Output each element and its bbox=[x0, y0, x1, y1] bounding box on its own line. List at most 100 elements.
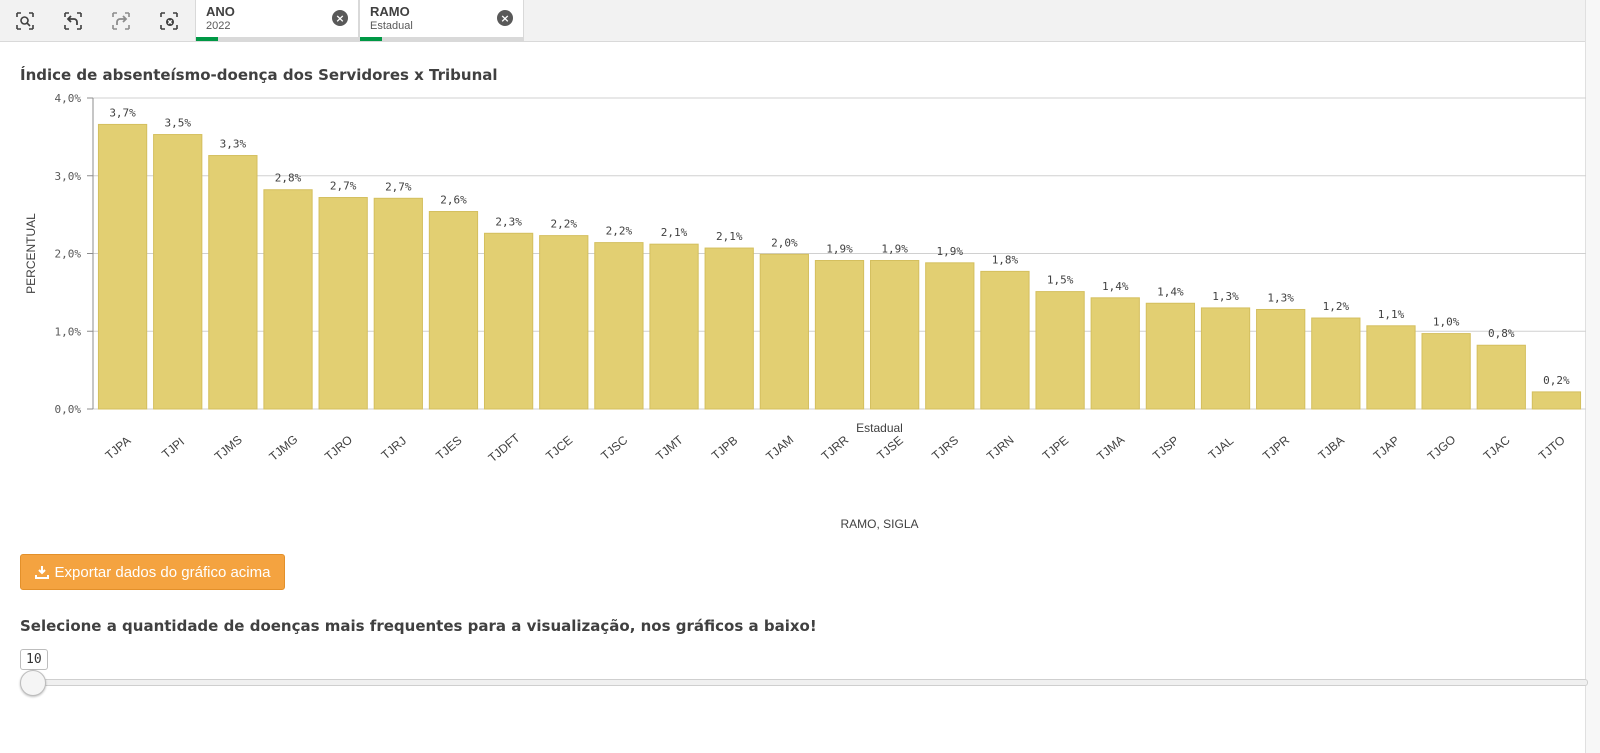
data-label: 1,4% bbox=[1102, 280, 1129, 293]
data-label: 1,3% bbox=[1212, 290, 1239, 303]
y-tick-label: 4,0% bbox=[55, 92, 82, 105]
x-tick-label: TJAL bbox=[1206, 433, 1237, 462]
data-label: 1,9% bbox=[937, 245, 964, 258]
bar bbox=[153, 134, 203, 410]
selections-toolbar: ANO 2022 × RAMO Estadual × bbox=[0, 0, 1586, 42]
x-tick-label: TJDFT bbox=[486, 430, 524, 465]
data-label: 2,3% bbox=[495, 215, 522, 228]
x-tick-label: TJRS bbox=[929, 433, 961, 463]
bar bbox=[980, 270, 1030, 410]
bar-chart: 0,0% 1,0% 2,0% 3,0% 4,0% PERCENTUAL 3,7% TJPA 3,… bbox=[24, 92, 1586, 531]
data-label: 1,1% bbox=[1378, 308, 1405, 321]
data-label: 0,8% bbox=[1488, 327, 1515, 340]
smart-search-icon[interactable] bbox=[14, 10, 36, 32]
x-tick-label: TJPA bbox=[103, 433, 134, 462]
chip-title: ANO bbox=[206, 4, 235, 19]
x-tick-label: TJMG bbox=[266, 432, 300, 464]
data-label: 1,4% bbox=[1157, 285, 1184, 298]
bar bbox=[649, 243, 699, 410]
y-axis-title: PERCENTUAL bbox=[24, 213, 38, 294]
bar bbox=[814, 259, 865, 410]
bar bbox=[318, 197, 368, 410]
data-label: 2,6% bbox=[440, 194, 467, 207]
chip-title: RAMO bbox=[370, 4, 410, 19]
data-label: 1,0% bbox=[1433, 316, 1460, 329]
step-back-icon[interactable] bbox=[62, 10, 84, 32]
clear-selections-icon[interactable] bbox=[158, 10, 180, 32]
page-scrollbar[interactable] bbox=[1585, 0, 1600, 753]
x-tick-label: TJMT bbox=[653, 432, 686, 463]
data-label: 0,2% bbox=[1543, 374, 1570, 387]
x-tick-label: TJPR bbox=[1260, 433, 1292, 463]
group-label: Estadual bbox=[856, 421, 903, 435]
bar bbox=[1531, 391, 1582, 410]
selection-chip-ramo[interactable]: RAMO Estadual × bbox=[359, 0, 524, 41]
data-label: 2,7% bbox=[385, 180, 412, 193]
bar bbox=[208, 155, 258, 410]
x-tick-label: TJBA bbox=[1316, 433, 1347, 463]
y-tick-label: 2,0% bbox=[55, 248, 82, 261]
bar bbox=[1311, 317, 1361, 410]
step-forward-icon[interactable] bbox=[110, 10, 132, 32]
x-tick-label: TJSP bbox=[1150, 433, 1181, 463]
chip-value: Estadual bbox=[370, 20, 413, 32]
selection-state-bar bbox=[196, 37, 358, 41]
x-tick-label: TJPI bbox=[159, 435, 187, 462]
y-tick-label: 1,0% bbox=[55, 325, 82, 338]
data-label: 2,1% bbox=[716, 230, 743, 243]
bar bbox=[1145, 302, 1196, 410]
x-tick-label: TJAP bbox=[1371, 433, 1402, 463]
x-tick-label: TJPB bbox=[709, 433, 740, 463]
chip-clear-icon[interactable]: × bbox=[332, 10, 348, 26]
chip-clear-icon[interactable]: × bbox=[497, 10, 513, 26]
data-label: 2,8% bbox=[275, 172, 302, 185]
download-icon bbox=[34, 566, 49, 579]
bar bbox=[428, 211, 479, 410]
data-label: 1,8% bbox=[992, 253, 1019, 266]
bar bbox=[759, 253, 809, 410]
data-label: 2,1% bbox=[661, 226, 688, 239]
bar bbox=[373, 197, 423, 410]
data-label: 1,3% bbox=[1267, 291, 1294, 304]
x-axis-title: RAMO, SIGLA bbox=[840, 517, 918, 531]
bar bbox=[97, 123, 148, 410]
data-label: 2,0% bbox=[771, 236, 798, 249]
data-label: 2,2% bbox=[551, 218, 578, 231]
bar bbox=[1366, 325, 1416, 410]
x-tick-label: TJRO bbox=[322, 432, 355, 463]
export-chart-data-button[interactable]: Exportar dados do gráfico acima bbox=[20, 554, 285, 590]
bar bbox=[925, 262, 975, 410]
bar bbox=[870, 259, 920, 410]
bar bbox=[594, 242, 644, 410]
bar bbox=[1421, 333, 1471, 410]
x-tick-label: TJMA bbox=[1094, 432, 1127, 463]
bar bbox=[1090, 297, 1140, 410]
data-label: 1,9% bbox=[826, 242, 853, 255]
data-label: 2,7% bbox=[330, 180, 357, 193]
x-tick-label: TJAC bbox=[1481, 433, 1513, 463]
disease-count-title: Selecione a quantidade de doenças mais f… bbox=[20, 617, 817, 635]
export-button-label: Exportar dados do gráfico acima bbox=[54, 563, 271, 581]
selection-state-bar bbox=[360, 37, 523, 41]
selection-chip-ano[interactable]: ANO 2022 × bbox=[195, 0, 359, 41]
x-tick-label: TJGO bbox=[1425, 432, 1459, 463]
chip-value: 2022 bbox=[206, 20, 231, 32]
bar bbox=[1256, 308, 1306, 410]
data-label: 1,9% bbox=[881, 242, 908, 255]
bar bbox=[1200, 307, 1251, 410]
x-tick-label: TJRN bbox=[984, 433, 1016, 463]
data-label: 2,2% bbox=[606, 225, 633, 238]
disease-count-slider-track[interactable] bbox=[22, 679, 1588, 686]
data-label: 3,3% bbox=[220, 138, 247, 151]
x-tick-label: TJRJ bbox=[379, 434, 409, 463]
x-tick-label: TJAM bbox=[763, 432, 796, 463]
bar bbox=[539, 235, 589, 410]
disease-count-slider-handle[interactable] bbox=[20, 670, 46, 696]
x-tick-label: TJRR bbox=[819, 433, 852, 464]
x-tick-label: TJSC bbox=[598, 433, 630, 463]
x-tick-label: TJTO bbox=[1536, 433, 1568, 463]
x-tick-label: TJPE bbox=[1040, 433, 1071, 463]
bar bbox=[1476, 344, 1526, 410]
x-tick-label: TJCE bbox=[543, 433, 575, 463]
x-tick-label: TJSE bbox=[874, 433, 905, 463]
